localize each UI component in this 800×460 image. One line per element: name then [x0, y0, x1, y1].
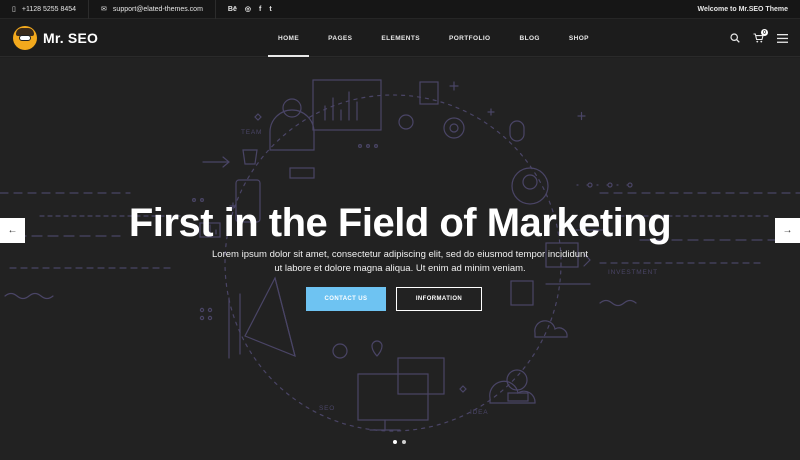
welcome-text: Welcome to Mr.SEO Theme — [697, 5, 788, 13]
instagram-icon[interactable]: ◎ — [245, 5, 251, 13]
facebook-icon[interactable]: f — [259, 6, 261, 13]
logo-text: Mr. SEO — [43, 29, 99, 46]
next-slide-button[interactable]: → — [775, 218, 800, 243]
information-button[interactable]: INFORMATION — [396, 287, 482, 311]
slide-dot-2[interactable] — [402, 440, 406, 444]
contact-us-button[interactable]: CONTACT US — [306, 287, 386, 311]
hero-title: First in the Field of Marketing — [128, 201, 672, 245]
nav-item-elements[interactable]: ELEMENTS — [371, 19, 430, 57]
hero-slider: TEAM INVESTMENT SEO IDEA First in the Fi… — [0, 58, 800, 460]
top-bar: ▯ +1128 5255 8454 ✉ support@elated-theme… — [0, 0, 800, 19]
arrow-left-icon: ← — [7, 225, 18, 236]
social-links: Bē ◎ f t — [228, 5, 272, 14]
illustration-label-team: TEAM — [241, 129, 262, 136]
cart-count-badge: 0 — [761, 29, 768, 36]
nav-item-shop[interactable]: SHOP — [559, 19, 599, 57]
previous-slide-button[interactable]: ← — [0, 218, 25, 243]
phone-number[interactable]: +1128 5255 8454 — [22, 6, 76, 13]
slide-dot-1[interactable] — [393, 440, 397, 444]
nav-item-portfolio[interactable]: PORTFOLIO — [439, 19, 501, 57]
nav-item-home[interactable]: HOME — [268, 19, 310, 57]
nav-item-blog[interactable]: BLOG — [510, 19, 550, 57]
mail-icon: ✉ — [101, 6, 107, 13]
search-icon[interactable] — [730, 33, 740, 43]
phone-icon: ▯ — [12, 6, 16, 13]
main-header: Mr. SEO HOME PAGES ELEMENTS PORTFOLIO BL… — [0, 19, 800, 57]
logo-icon — [13, 25, 37, 50]
divider — [88, 0, 90, 19]
nav-item-pages[interactable]: PAGES — [318, 19, 362, 57]
slider-pagination — [393, 440, 406, 444]
behance-icon[interactable]: Bē — [228, 6, 237, 13]
hero-subtitle-line-1: Lorem ipsum dolor sit amet, consectetur … — [212, 249, 588, 260]
twitter-icon[interactable]: t — [269, 6, 271, 13]
hero-subtitle-line-2: ut labore et dolore magna aliqua. Ut eni… — [274, 263, 526, 274]
main-nav: HOME PAGES ELEMENTS PORTFOLIO BLOG SHOP — [268, 19, 599, 57]
menu-icon[interactable] — [777, 33, 788, 43]
divider — [214, 0, 216, 19]
illustration-label-seo: SEO — [319, 405, 335, 412]
illustration-label-idea: IDEA — [470, 409, 488, 416]
email-link[interactable]: support@elated-themes.com — [113, 6, 203, 13]
site-logo[interactable]: Mr. SEO — [0, 25, 99, 50]
cart-button[interactable]: 0 — [753, 29, 768, 43]
arrow-right-icon: → — [782, 225, 793, 236]
